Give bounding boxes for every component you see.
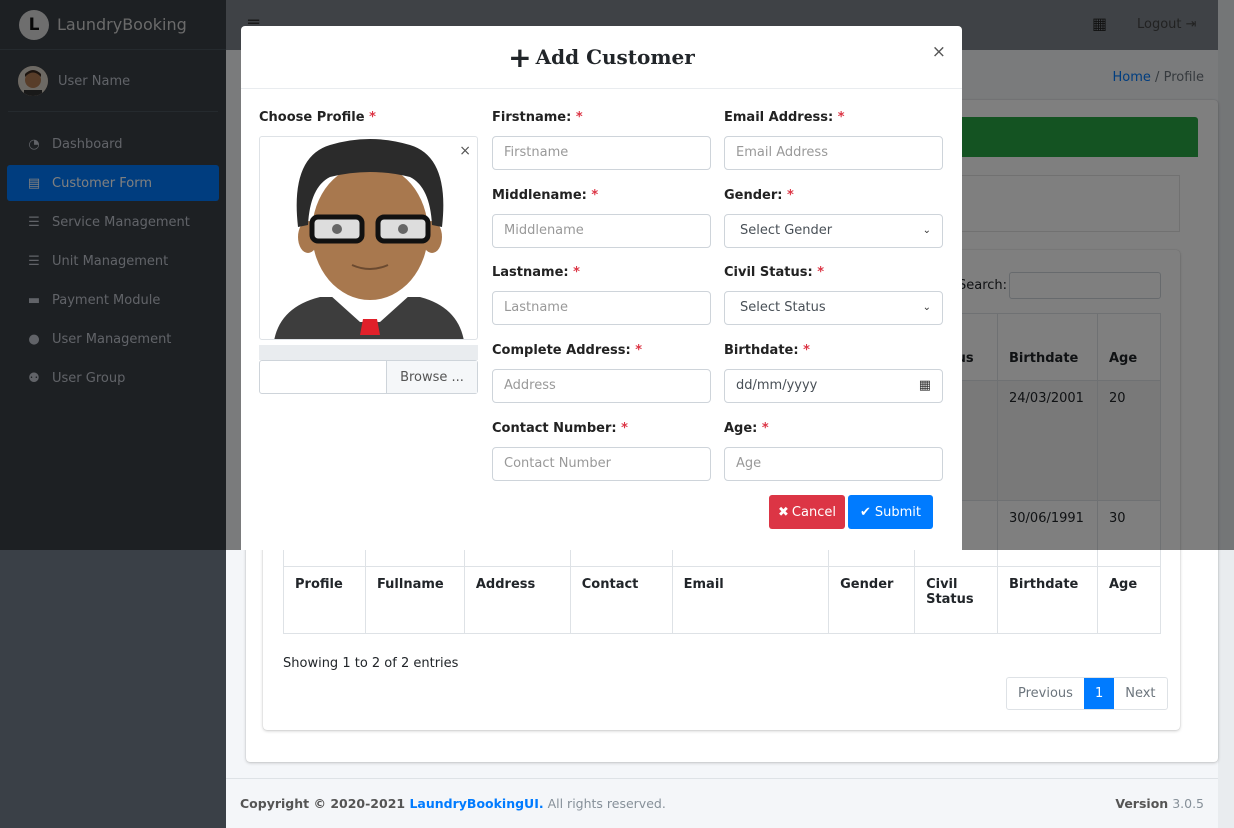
middlename-label: Middlename: * bbox=[492, 188, 598, 203]
label-text: Middlename: bbox=[492, 188, 587, 203]
profile-label: Choose Profile * bbox=[259, 110, 376, 125]
label-text: Contact Number: bbox=[492, 421, 617, 436]
submit-button[interactable]: ✔ Submit bbox=[848, 495, 933, 529]
remove-image-icon[interactable]: × bbox=[459, 143, 471, 159]
required-mark: * bbox=[635, 343, 643, 358]
column-header: Gender bbox=[828, 566, 916, 634]
column-header: Contact bbox=[569, 566, 673, 634]
profile-preview: × bbox=[259, 136, 478, 340]
label-text: Firstname: bbox=[492, 110, 572, 125]
copyright: Copyright © 2020-2021 LaundryBookingUI. … bbox=[240, 796, 666, 811]
required-mark: * bbox=[837, 110, 845, 125]
pagination-next[interactable]: Next bbox=[1114, 678, 1166, 709]
placeholder: Middlename bbox=[504, 223, 584, 238]
browse-button[interactable]: Browse ... bbox=[386, 361, 477, 393]
placeholder: dd/mm/yyyy bbox=[736, 378, 818, 393]
version: Version 3.0.5 bbox=[1115, 796, 1204, 811]
chevron-down-icon: ⌄ bbox=[922, 225, 931, 236]
label-text: Complete Address: bbox=[492, 343, 631, 358]
required-mark: * bbox=[787, 188, 794, 203]
address-label: Complete Address: * bbox=[492, 343, 642, 358]
required-mark: * bbox=[817, 265, 825, 280]
required-mark: * bbox=[369, 110, 376, 125]
rights-text: All rights reserved. bbox=[543, 796, 666, 811]
modal-title: Add Customer bbox=[535, 45, 695, 69]
selected-value: Select Gender bbox=[740, 223, 833, 238]
placeholder: Firstname bbox=[504, 145, 569, 160]
birthdate-input[interactable]: dd/mm/yyyy ▦ bbox=[724, 369, 943, 403]
lastname-input[interactable]: Lastname bbox=[492, 291, 711, 325]
version-label: Version bbox=[1115, 796, 1169, 811]
required-mark: * bbox=[575, 110, 583, 125]
label-text: Birthdate: bbox=[724, 343, 799, 358]
file-input[interactable]: Browse ... bbox=[259, 360, 478, 394]
column-header: Profile bbox=[283, 566, 366, 634]
required-mark: * bbox=[803, 343, 810, 358]
pagination-page-1[interactable]: 1 bbox=[1083, 678, 1115, 709]
pagination-previous[interactable]: Previous bbox=[1007, 678, 1084, 709]
profile-avatar-image bbox=[274, 139, 464, 339]
birthdate-label: Birthdate: * bbox=[724, 343, 810, 358]
email-label: Email Address: * bbox=[724, 110, 845, 125]
label-text: Gender: bbox=[724, 188, 783, 203]
file-name-field[interactable] bbox=[260, 361, 386, 393]
copyright-text: Copyright © 2020-2021 bbox=[240, 796, 410, 811]
firstname-label: Firstname: * bbox=[492, 110, 583, 125]
pagination: Previous 1 Next bbox=[1006, 677, 1168, 710]
age-label: Age: * bbox=[724, 421, 769, 436]
contact-input[interactable]: Contact Number bbox=[492, 447, 711, 481]
times-icon: ✖ bbox=[778, 504, 789, 520]
version-number: 3.0.5 bbox=[1172, 796, 1204, 811]
table-info: Showing 1 to 2 of 2 entries bbox=[283, 656, 459, 671]
age-input[interactable]: Age bbox=[724, 447, 943, 481]
required-mark: * bbox=[591, 188, 599, 203]
gender-label: Gender: * bbox=[724, 188, 794, 203]
placeholder: Lastname bbox=[504, 300, 568, 315]
label-text: Lastname: bbox=[492, 265, 569, 280]
chevron-down-icon: ⌄ bbox=[922, 302, 931, 313]
middlename-input[interactable]: Middlename bbox=[492, 214, 711, 248]
column-header: Age bbox=[1096, 566, 1162, 634]
required-mark: * bbox=[573, 265, 580, 280]
firstname-input[interactable]: Firstname bbox=[492, 136, 711, 170]
cancel-label: Cancel bbox=[791, 504, 836, 520]
civil-label: Civil Status: * bbox=[724, 265, 824, 280]
lastname-label: Lastname: * bbox=[492, 265, 580, 280]
required-mark: * bbox=[621, 421, 628, 436]
placeholder: Address bbox=[504, 378, 556, 393]
footer: Copyright © 2020-2021 LaundryBookingUI. … bbox=[226, 778, 1218, 828]
placeholder: Contact Number bbox=[504, 456, 611, 471]
placeholder: Age bbox=[736, 456, 762, 471]
column-header: Birthdate bbox=[997, 566, 1098, 634]
placeholder: Email Address bbox=[736, 145, 828, 160]
column-header: Civil Status bbox=[914, 566, 998, 634]
email-input[interactable]: Email Address bbox=[724, 136, 943, 170]
close-icon[interactable]: × bbox=[932, 42, 946, 62]
civil-select[interactable]: Select Status ⌄ bbox=[724, 291, 943, 325]
label-text: Choose Profile bbox=[259, 110, 365, 125]
modal-header: + Add Customer bbox=[241, 26, 962, 89]
label-text: Age: bbox=[724, 421, 758, 436]
label-text: Email Address: bbox=[724, 110, 834, 125]
plus-icon: + bbox=[508, 40, 532, 74]
check-icon: ✔ bbox=[859, 504, 871, 520]
column-header: Fullname bbox=[364, 566, 465, 634]
column-header: Email bbox=[671, 566, 830, 634]
add-customer-modal: + Add Customer × Choose Profile * × Brows… bbox=[241, 26, 962, 550]
cancel-button[interactable]: ✖ Cancel bbox=[769, 495, 845, 529]
upload-progress bbox=[259, 345, 478, 360]
column-header: Address bbox=[463, 566, 571, 634]
label-text: Civil Status: bbox=[724, 265, 813, 280]
address-input[interactable]: Address bbox=[492, 369, 711, 403]
contact-label: Contact Number: * bbox=[492, 421, 628, 436]
gender-select[interactable]: Select Gender ⌄ bbox=[724, 214, 943, 248]
footer-brand-link[interactable]: LaundryBookingUI. bbox=[409, 796, 543, 811]
selected-value: Select Status bbox=[740, 300, 826, 315]
calendar-icon[interactable]: ▦ bbox=[919, 370, 931, 402]
submit-label: Submit bbox=[874, 504, 922, 520]
required-mark: * bbox=[761, 421, 769, 436]
